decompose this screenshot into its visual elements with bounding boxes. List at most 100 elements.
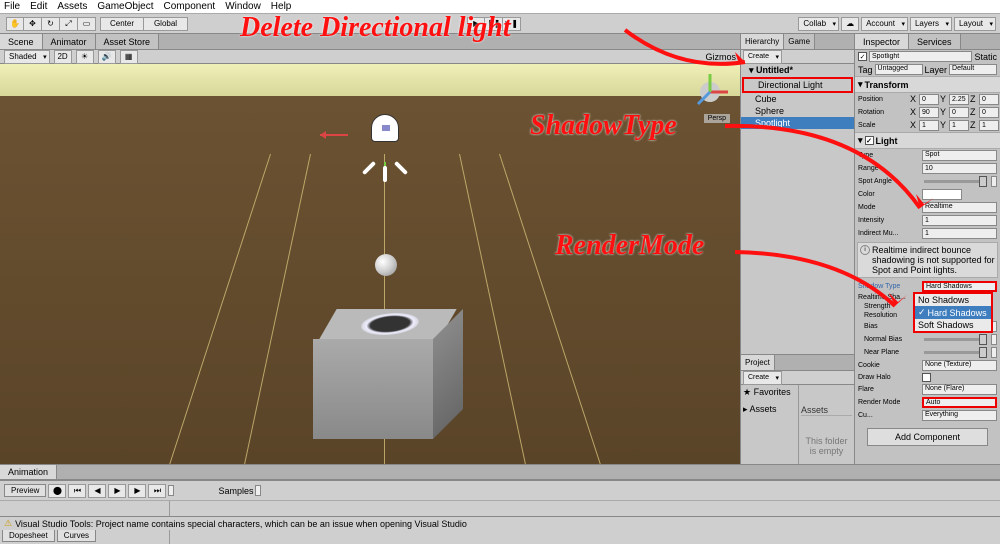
hand-tool[interactable]: ✋ bbox=[6, 17, 24, 31]
spotangle-field[interactable] bbox=[991, 176, 997, 187]
anim-prev[interactable]: ◀ bbox=[88, 484, 106, 498]
rotate-tool[interactable]: ↻ bbox=[42, 17, 60, 31]
orientation-gizmo[interactable] bbox=[690, 72, 730, 112]
layout-dropdown[interactable]: Layout bbox=[954, 17, 996, 31]
rot-x[interactable] bbox=[919, 107, 939, 118]
intensity-field[interactable] bbox=[922, 215, 997, 226]
curves-tab[interactable]: Curves bbox=[57, 529, 96, 542]
spotlight-gizmo[interactable] bbox=[355, 114, 415, 174]
layers-dropdown[interactable]: Layers bbox=[910, 17, 952, 31]
pivot-center[interactable]: Center bbox=[100, 17, 144, 31]
static-label[interactable]: Static bbox=[974, 52, 997, 62]
step-button[interactable]: ▶❚ bbox=[503, 17, 521, 31]
menu-gameobject[interactable]: GameObject bbox=[97, 1, 153, 12]
flare-field[interactable]: None (Flare) bbox=[922, 384, 997, 395]
scene-fx-icon[interactable]: ▦ bbox=[120, 50, 138, 64]
scl-x[interactable] bbox=[919, 120, 939, 131]
hierarchy-cube[interactable]: Cube bbox=[741, 93, 854, 105]
samples-field[interactable] bbox=[255, 485, 261, 496]
color-swatch[interactable] bbox=[922, 189, 962, 200]
hierarchy-sphere[interactable]: Sphere bbox=[741, 105, 854, 117]
sphere-object[interactable] bbox=[375, 254, 397, 276]
scale-tool[interactable]: ⤢ bbox=[60, 17, 78, 31]
account-dropdown[interactable]: Account bbox=[861, 17, 908, 31]
rot-z[interactable] bbox=[979, 107, 999, 118]
gizmos-label[interactable]: Gizmos bbox=[705, 52, 736, 62]
scl-z[interactable] bbox=[979, 120, 999, 131]
tab-hierarchy[interactable]: Hierarchy bbox=[741, 34, 784, 49]
project-create[interactable]: Create bbox=[743, 371, 782, 385]
transform-header[interactable]: ▾ Transform bbox=[855, 76, 1000, 93]
menu-edit[interactable]: Edit bbox=[30, 1, 47, 12]
anim-last[interactable]: ⏭ bbox=[148, 484, 166, 498]
gameobject-active-checkbox[interactable]: ✓ bbox=[858, 52, 867, 61]
nbias-slider[interactable] bbox=[924, 338, 987, 341]
tab-project[interactable]: Project bbox=[741, 355, 775, 370]
shadow-option-none[interactable]: No Shadows bbox=[915, 294, 991, 306]
menu-help[interactable]: Help bbox=[271, 1, 292, 12]
light-header[interactable]: ▾ ✓ Light bbox=[855, 132, 1000, 149]
scene-lighting-icon[interactable]: ☀ bbox=[76, 50, 94, 64]
dopesheet-tab[interactable]: Dopesheet bbox=[2, 529, 55, 542]
shadowtype-dropdown[interactable]: Hard Shadows bbox=[922, 281, 997, 292]
anim-preview[interactable]: Preview bbox=[4, 484, 46, 497]
tab-scene[interactable]: Scene bbox=[0, 34, 43, 49]
menu-component[interactable]: Component bbox=[164, 1, 216, 12]
cookie-field[interactable]: None (Texture) bbox=[922, 360, 997, 371]
scl-y[interactable] bbox=[949, 120, 969, 131]
gameobject-name-field[interactable] bbox=[869, 51, 972, 62]
light-type-dropdown[interactable]: Spot bbox=[922, 150, 997, 161]
near-slider[interactable] bbox=[924, 351, 987, 354]
range-field[interactable] bbox=[922, 163, 997, 174]
pos-y[interactable] bbox=[949, 94, 969, 105]
tab-inspector[interactable]: Inspector bbox=[855, 34, 909, 49]
pos-x[interactable] bbox=[919, 94, 939, 105]
tab-animator[interactable]: Animator bbox=[43, 34, 96, 49]
shadow-option-hard[interactable]: ✓Hard Shadows bbox=[915, 306, 991, 319]
rect-tool[interactable]: ▭ bbox=[78, 17, 96, 31]
menu-file[interactable]: File bbox=[4, 1, 20, 12]
scene-audio-icon[interactable]: 🔊 bbox=[98, 50, 116, 64]
menu-window[interactable]: Window bbox=[225, 1, 261, 12]
project-breadcrumb[interactable]: Assets bbox=[801, 405, 852, 416]
cube-object[interactable] bbox=[310, 309, 460, 439]
mode-dropdown[interactable]: Realtime bbox=[922, 202, 997, 213]
project-assets-folder[interactable]: ▸ Assets bbox=[743, 404, 796, 415]
collab-dropdown[interactable]: Collab bbox=[798, 17, 839, 31]
pos-z[interactable] bbox=[979, 94, 999, 105]
near-field[interactable] bbox=[991, 347, 997, 358]
tab-animation[interactable]: Animation bbox=[0, 465, 57, 479]
tag-dropdown[interactable]: Untagged bbox=[875, 64, 923, 75]
move-handle-x[interactable] bbox=[320, 134, 348, 136]
halo-checkbox[interactable] bbox=[922, 373, 931, 382]
scene-viewport[interactable]: Persp bbox=[0, 64, 740, 464]
add-component-button[interactable]: Add Component bbox=[867, 428, 988, 446]
layer-dropdown[interactable]: Default bbox=[949, 64, 997, 75]
project-favorites[interactable]: ★ Favorites bbox=[743, 387, 796, 398]
tab-assetstore[interactable]: Asset Store bbox=[96, 34, 160, 49]
rot-y[interactable] bbox=[949, 107, 969, 118]
hierarchy-create[interactable]: Create bbox=[743, 50, 782, 64]
anim-record[interactable]: ⬤ bbox=[48, 484, 66, 498]
shadow-option-soft[interactable]: Soft Shadows bbox=[915, 319, 991, 331]
move-tool[interactable]: ✥ bbox=[24, 17, 42, 31]
play-button[interactable]: ▶ bbox=[467, 17, 485, 31]
shading-dropdown[interactable]: Shaded bbox=[4, 50, 50, 64]
culling-dropdown[interactable]: Everything bbox=[922, 410, 997, 421]
tab-game[interactable]: Game bbox=[784, 34, 815, 49]
anim-first[interactable]: ⏮ bbox=[68, 484, 86, 498]
scene-root[interactable]: ▾ Untitled* bbox=[741, 64, 854, 77]
menu-assets[interactable]: Assets bbox=[57, 1, 87, 12]
anim-frame-field[interactable] bbox=[168, 485, 174, 496]
persp-label[interactable]: Persp bbox=[704, 114, 730, 123]
hierarchy-directional-light[interactable]: Directional Light bbox=[742, 77, 853, 93]
nbias-field[interactable] bbox=[991, 334, 997, 345]
indirect-field[interactable] bbox=[922, 228, 997, 239]
pause-button[interactable]: ❚❚ bbox=[485, 17, 503, 31]
cloud-icon[interactable]: ☁ bbox=[841, 17, 859, 31]
hierarchy-spotlight[interactable]: Spotlight bbox=[741, 117, 854, 129]
scene-2d-toggle[interactable]: 2D bbox=[54, 50, 72, 64]
anim-next[interactable]: ▶ bbox=[128, 484, 146, 498]
tab-services[interactable]: Services bbox=[909, 34, 961, 49]
pivot-global[interactable]: Global bbox=[144, 17, 188, 31]
